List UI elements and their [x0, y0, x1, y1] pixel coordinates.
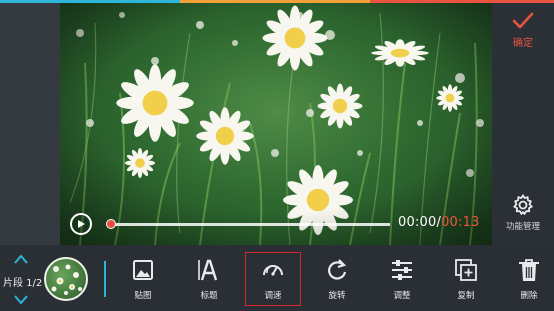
speed-icon	[263, 265, 283, 276]
tool-speed-label: 调速	[264, 291, 282, 301]
playback-controls: 00:00/00:13	[60, 210, 492, 240]
toolbar-divider	[104, 261, 106, 297]
video-preview[interactable]	[60, 3, 492, 245]
current-time: 00:00	[398, 215, 437, 230]
tool-adjust-label: 调整	[393, 291, 411, 301]
thumbnail-image	[51, 264, 82, 295]
progress-track[interactable]	[110, 223, 390, 226]
tool-delete[interactable]: 删除	[506, 253, 552, 305]
bottom-toolbar: 片段 1/2 贴图 标题 调速 旋转 调整 复制 删除	[0, 245, 554, 311]
tool-title[interactable]: 标题	[184, 253, 234, 305]
title-icon	[198, 259, 218, 281]
gear-icon	[513, 193, 533, 216]
tool-adjust[interactable]: 调整	[377, 253, 427, 305]
tool-copy-label: 复制	[457, 291, 475, 301]
tool-copy[interactable]: 复制	[441, 253, 491, 305]
chevron-up-icon[interactable]	[12, 253, 30, 265]
total-time: 00:13	[441, 215, 480, 230]
chevron-down-icon[interactable]	[12, 294, 30, 306]
tool-sticker-label: 贴图	[134, 291, 152, 301]
delete-icon	[519, 259, 539, 281]
sticker-icon	[133, 260, 153, 280]
tool-rotate[interactable]: 旋转	[312, 253, 362, 305]
function-manage-label: 功能管理	[505, 222, 540, 232]
confirm-button[interactable]: 确定	[495, 12, 551, 72]
rotate-icon	[328, 259, 347, 280]
tool-delete-label: 删除	[520, 291, 538, 301]
play-button[interactable]	[70, 213, 92, 235]
function-manage-button[interactable]: 功能管理	[495, 193, 551, 243]
copy-icon	[455, 259, 477, 281]
segment-navigator: 片段 1/2	[0, 250, 44, 308]
left-panel	[0, 3, 60, 245]
segment-thumbnail[interactable]	[44, 257, 88, 301]
tool-title-label: 标题	[200, 291, 218, 301]
time-display: 00:00/00:13	[398, 215, 480, 230]
segment-label: 片段 1/2	[3, 278, 43, 289]
confirm-label: 确定	[513, 38, 533, 49]
checkmark-icon	[512, 12, 534, 29]
daisy-field-image	[60, 3, 492, 245]
tool-rotate-label: 旋转	[328, 291, 346, 301]
tool-speed[interactable]: 调速	[245, 252, 301, 306]
adjust-icon	[392, 260, 412, 280]
play-icon	[78, 220, 85, 228]
tool-sticker[interactable]: 贴图	[118, 253, 168, 305]
progress-knob[interactable]	[106, 219, 116, 229]
